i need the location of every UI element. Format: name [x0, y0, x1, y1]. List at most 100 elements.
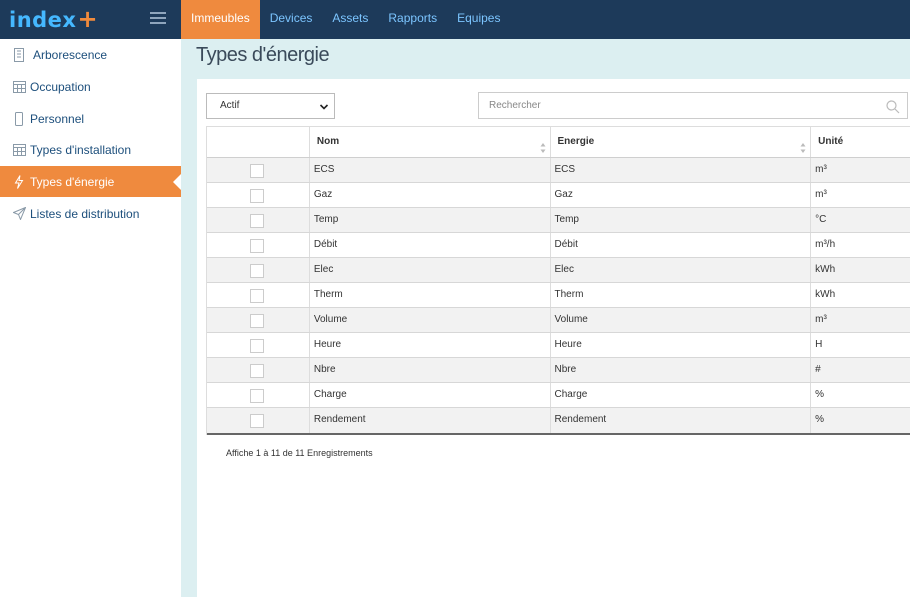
- cell-unite: %: [815, 389, 825, 400]
- table-row: Rendement Rendement %: [207, 408, 910, 433]
- row-checkbox[interactable]: [250, 414, 264, 428]
- row-checkbox[interactable]: [250, 314, 264, 328]
- sidebar-item-types-energie[interactable]: Types d'énergie: [0, 166, 181, 197]
- table-header: Nom Energie Unité: [207, 126, 910, 158]
- sidebar: Arborescence Occupation Personnel Types …: [0, 39, 181, 597]
- search-placeholder: Rechercher: [489, 100, 541, 111]
- nav-immeubles[interactable]: Immeubles: [181, 0, 260, 39]
- row-select-cell: [207, 283, 310, 307]
- table-bottom-border: [207, 433, 910, 435]
- cell-nom: Débit: [310, 233, 551, 257]
- table-row: Elec Elec kWh: [207, 258, 910, 283]
- cell-energie: Elec: [551, 258, 812, 282]
- cell-nom: Volume: [310, 308, 551, 332]
- cell-unite: °C: [815, 214, 827, 225]
- table-row: Heure Heure H: [207, 333, 910, 358]
- nav-assets[interactable]: Assets: [322, 0, 378, 39]
- cell-nom: Charge: [310, 383, 551, 407]
- row-checkbox[interactable]: [250, 389, 264, 403]
- cell-nom: Temp: [310, 208, 551, 232]
- lightning-icon: [12, 174, 26, 189]
- row-select-cell: [207, 183, 310, 207]
- nav-devices[interactable]: Devices: [260, 0, 323, 39]
- cell-unite: %: [815, 414, 825, 425]
- logo-text: index: [9, 8, 77, 32]
- header-energie[interactable]: Energie: [551, 127, 812, 157]
- cell-nom: Heure: [310, 333, 551, 357]
- status-filter-select[interactable]: Actif: [206, 93, 335, 119]
- table-row: Gaz Gaz m³: [207, 183, 910, 208]
- cell-nom: Gaz: [310, 183, 551, 207]
- cell-unite: m³/h: [815, 239, 836, 250]
- cell-energie: Nbre: [551, 358, 812, 382]
- sidebar-item-label: Arborescence: [33, 47, 108, 62]
- row-checkbox[interactable]: [250, 189, 264, 203]
- cell-energie: Charge: [551, 383, 812, 407]
- cell-unite: #: [815, 364, 821, 375]
- sidebar-item-personnel[interactable]: Personnel: [0, 103, 181, 134]
- row-select-cell: [207, 258, 310, 282]
- cell-nom: ECS: [310, 158, 551, 182]
- sidebar-item-types-installation[interactable]: Types d'installation: [0, 134, 181, 165]
- row-checkbox[interactable]: [250, 289, 264, 303]
- header-select: [207, 127, 310, 157]
- pagination-info: Affiche 1 à 11 de 11 Enregistrements: [226, 448, 373, 458]
- row-checkbox[interactable]: [250, 339, 264, 353]
- phone-icon: [12, 111, 26, 126]
- cell-unite: m³: [815, 314, 827, 325]
- row-checkbox[interactable]: [250, 239, 264, 253]
- chevron-down-icon: [318, 99, 330, 111]
- cell-unite: H: [815, 339, 823, 350]
- sidebar-item-label: Occupation: [30, 79, 91, 94]
- table-row: Temp Temp °C: [207, 208, 910, 233]
- cell-nom: Nbre: [310, 358, 551, 382]
- cell-energie: Therm: [551, 283, 812, 307]
- header-nom[interactable]: Nom: [310, 127, 551, 157]
- logo-plus: +: [77, 5, 99, 33]
- row-checkbox[interactable]: [250, 264, 264, 278]
- top-nav: Immeubles Devices Assets Rapports Equipe…: [181, 0, 510, 39]
- nav-equipes[interactable]: Equipes: [447, 0, 510, 39]
- cell-nom: Rendement: [310, 408, 551, 433]
- table-row: ECS ECS m³: [207, 158, 910, 183]
- cell-unite: kWh: [815, 264, 836, 275]
- cell-energie: Débit: [551, 233, 812, 257]
- page-title: Types d'énergie: [196, 44, 330, 66]
- nav-rapports[interactable]: Rapports: [378, 0, 447, 39]
- row-select-cell: [207, 208, 310, 232]
- row-checkbox[interactable]: [250, 214, 264, 228]
- energy-types-table: Nom Energie Unité ECS ECS m³ Gaz Gaz m³ …: [206, 126, 910, 435]
- search-input[interactable]: Rechercher: [478, 92, 908, 119]
- search-icon[interactable]: [886, 99, 900, 114]
- status-filter-value: Actif: [220, 100, 240, 111]
- row-select-cell: [207, 158, 310, 182]
- cell-nom: Therm: [310, 283, 551, 307]
- header-nom-label: Nom: [316, 136, 340, 147]
- table-row: Débit Débit m³/h: [207, 233, 910, 258]
- logo[interactable]: index +: [9, 5, 98, 33]
- table-row: Therm Therm kWh: [207, 283, 910, 308]
- row-checkbox[interactable]: [250, 364, 264, 378]
- cell-energie: Temp: [551, 208, 812, 232]
- calendar-icon: [12, 80, 26, 94]
- row-checkbox[interactable]: [250, 164, 264, 178]
- table-row: Charge Charge %: [207, 383, 910, 408]
- send-icon: [12, 207, 26, 221]
- table-row: Volume Volume m³: [207, 308, 910, 333]
- menu-toggle-icon[interactable]: [150, 12, 166, 25]
- header-unite: Unité: [818, 136, 844, 147]
- row-select-cell: [207, 308, 310, 332]
- sidebar-item-label: Types d'énergie: [30, 174, 115, 189]
- sidebar-item-arborescence[interactable]: Arborescence: [0, 39, 181, 70]
- top-bar: index + Immeubles Devices Assets Rapports…: [0, 0, 910, 39]
- calendar-icon: [12, 143, 26, 157]
- table-row: Nbre Nbre #: [207, 358, 910, 383]
- cell-unite: kWh: [815, 289, 836, 300]
- cell-unite: m³: [815, 189, 827, 200]
- header-energie-label: Energie: [557, 136, 595, 147]
- sidebar-item-occupation[interactable]: Occupation: [0, 71, 181, 102]
- row-select-cell: [207, 333, 310, 357]
- cell-nom: Elec: [310, 258, 551, 282]
- sidebar-item-listes-distribution[interactable]: Listes de distribution: [0, 198, 181, 229]
- sidebar-item-label: Listes de distribution: [30, 206, 140, 221]
